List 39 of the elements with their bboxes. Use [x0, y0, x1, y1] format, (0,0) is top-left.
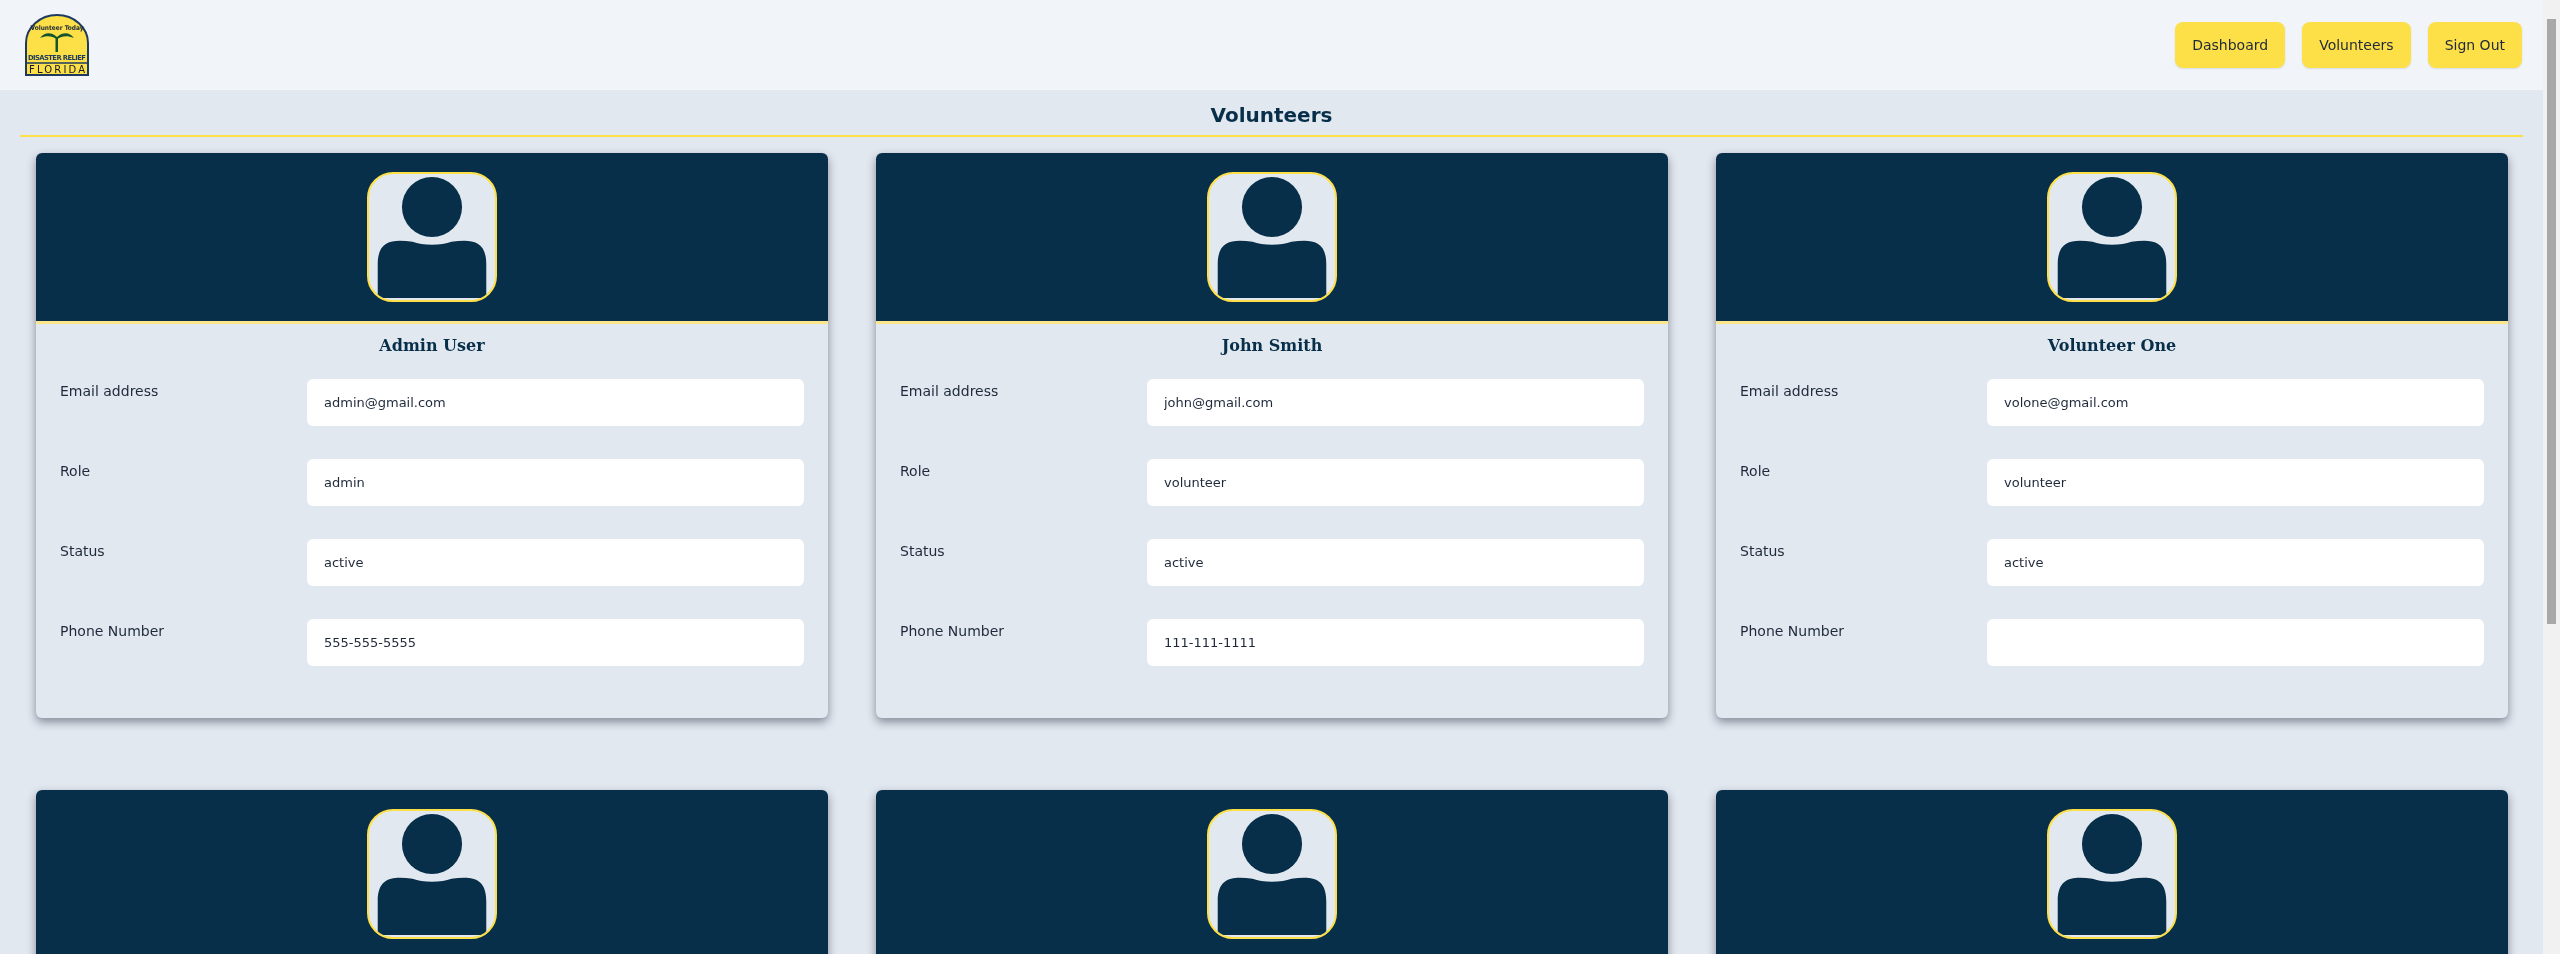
avatar-silhouette-icon	[1207, 809, 1337, 939]
input-field[interactable]: john@gmail.com	[1147, 379, 1644, 426]
field-label: Role	[1740, 463, 1772, 479]
scrollbar[interactable]	[2543, 0, 2560, 954]
avatar-silhouette-icon	[2047, 809, 2177, 939]
field-label: Phone Number	[1740, 623, 1846, 639]
field-label: Status	[900, 543, 946, 559]
input-field[interactable]: volunteer	[1987, 459, 2484, 506]
input-field[interactable]: active	[307, 539, 804, 586]
field-label: Email address	[900, 383, 1000, 399]
avatar-silhouette-icon	[367, 172, 497, 302]
field-label: Phone Number	[60, 623, 166, 639]
nav-button[interactable]: Sign Out	[2427, 22, 2522, 68]
field-label: Email address	[60, 383, 160, 399]
nav-button[interactable]: Dashboard	[2175, 22, 2286, 68]
nav-button[interactable]: Volunteers	[2302, 22, 2411, 68]
input-field[interactable]: volone@gmail.com	[1987, 379, 2484, 426]
volunteer-name: John Smith	[1221, 336, 1323, 355]
input-field[interactable]: volunteer	[1147, 459, 1644, 506]
field-label: Phone Number	[900, 623, 1006, 639]
field-label: Email address	[1740, 383, 1840, 399]
field-label: Role	[900, 463, 932, 479]
input-field[interactable]: active	[1147, 539, 1644, 586]
input-field[interactable]: admin	[307, 459, 804, 506]
volunteer-name: Admin User	[379, 336, 485, 355]
field-label: Role	[60, 463, 92, 479]
field-label: Status	[60, 543, 106, 559]
avatar-silhouette-icon	[2047, 172, 2177, 302]
field-label: Status	[1740, 543, 1786, 559]
input-field[interactable]: 555-555-5555	[307, 619, 804, 666]
input-field[interactable]: admin@gmail.com	[307, 379, 804, 426]
page-title: Volunteers	[20, 90, 2523, 137]
input-field[interactable]: 111-111-1111	[1147, 619, 1644, 666]
volunteer-name: Volunteer One	[2047, 336, 2177, 355]
input-field[interactable]: active	[1987, 539, 2484, 586]
avatar-silhouette-icon	[367, 809, 497, 939]
input-field[interactable]	[1987, 619, 2484, 666]
avatar-silhouette-icon	[1207, 172, 1337, 302]
scrollbar-thumb[interactable]	[2547, 19, 2556, 624]
